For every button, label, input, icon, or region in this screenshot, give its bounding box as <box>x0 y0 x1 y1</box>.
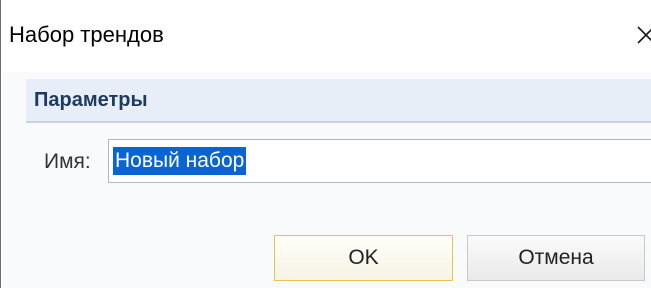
ok-button[interactable]: OK <box>274 235 453 281</box>
name-input[interactable]: Новый набор <box>108 139 651 183</box>
close-button[interactable] <box>623 12 651 56</box>
title-bar[interactable]: Набор трендов <box>1 0 651 72</box>
cancel-button[interactable]: Отмена <box>467 235 645 281</box>
group-title: Параметры <box>34 89 148 111</box>
close-icon <box>637 26 651 44</box>
dialog-body: Параметры Имя: Новый набор OK Отмена <box>2 72 651 288</box>
name-input-value: Новый набор <box>113 147 247 175</box>
window-title: Набор трендов <box>9 22 164 47</box>
parameters-group-header: Параметры <box>26 79 651 123</box>
name-label: Имя: <box>44 150 91 173</box>
dialog-window: Набор трендов Параметры Имя: Новый набор… <box>0 0 651 288</box>
